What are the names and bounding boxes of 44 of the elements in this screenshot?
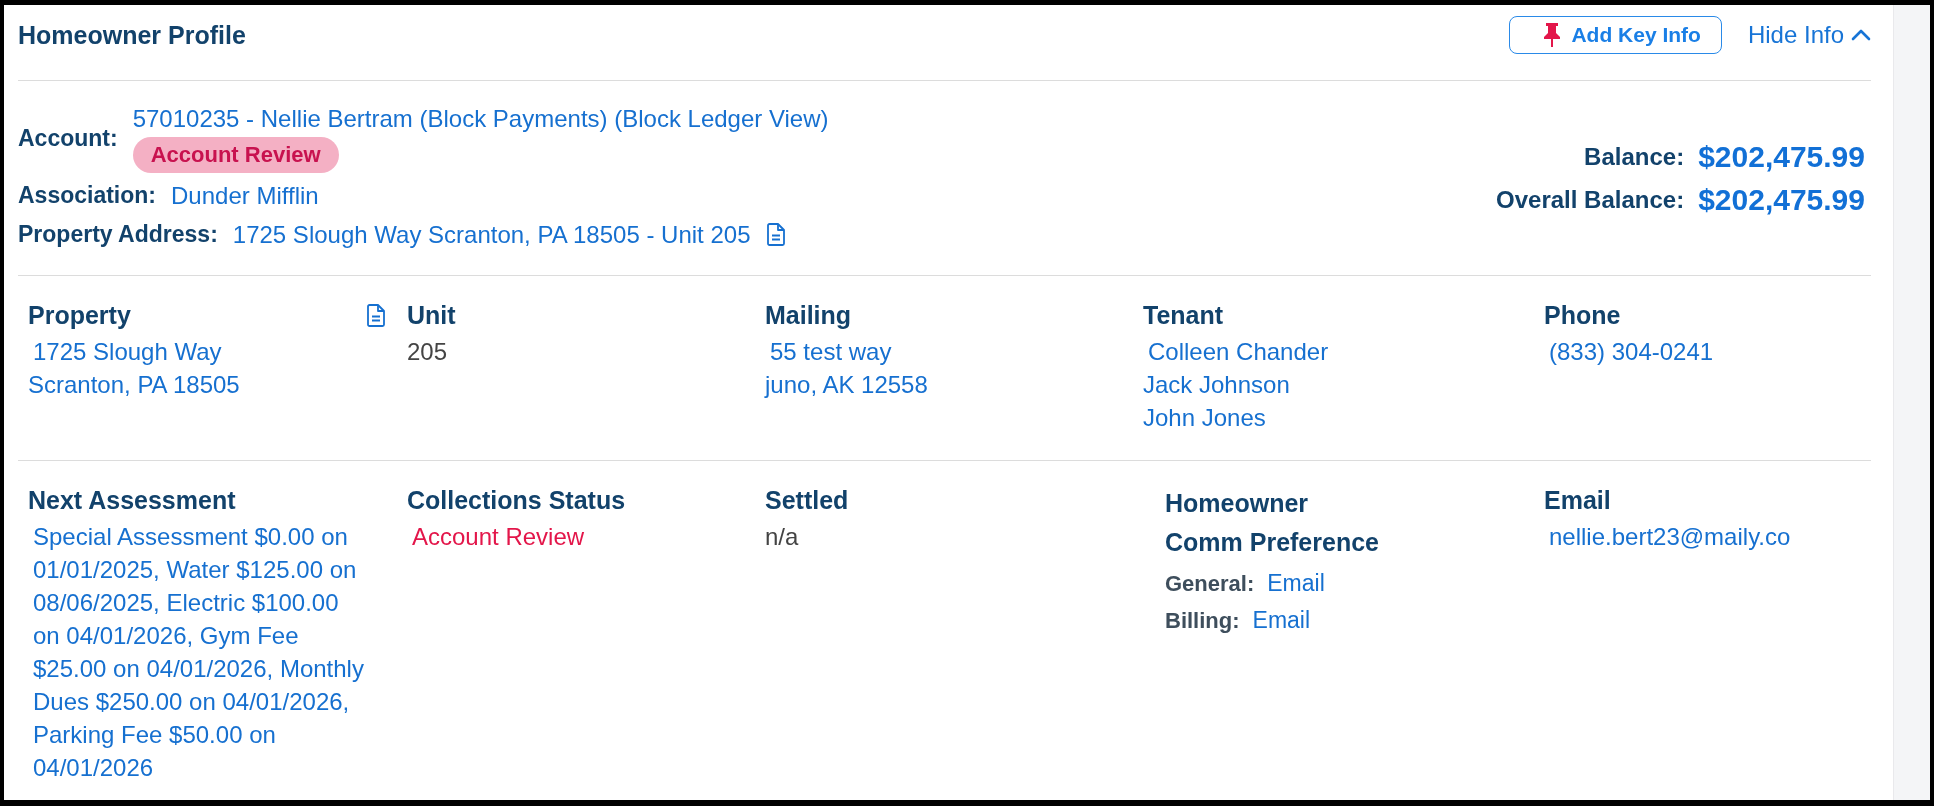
section-heading: Phone — [1544, 300, 1621, 331]
balance-label: Overall Balance: — [1496, 184, 1685, 215]
section-heading: Next Assessment — [28, 485, 236, 516]
preference-label: General: — [1165, 570, 1255, 598]
value-link[interactable]: juno, AK 12558 — [765, 368, 928, 401]
add-key-info-button[interactable]: Add Key Info — [1509, 16, 1722, 54]
value-link[interactable]: Colleen Chander — [1143, 335, 1329, 368]
balance-amount: $202,475.99 — [1698, 138, 1865, 175]
preference-link[interactable]: Email — [1252, 602, 1311, 639]
section-heading: Email — [1544, 485, 1611, 516]
section-heading: Tenant — [1143, 300, 1224, 331]
value-link[interactable]: nellie.bert23@maily.co — [1544, 520, 1791, 553]
pin-icon — [1543, 23, 1562, 47]
value-link[interactable]: Jack Johnson — [1143, 368, 1290, 401]
status-badge: Account Review — [132, 137, 339, 173]
field-label: Association: — [18, 181, 157, 210]
section-heading: Collections Status — [407, 485, 626, 516]
value-link[interactable]: Scranton, PA 18505 — [28, 368, 240, 401]
assessment-link[interactable]: Special Assessment $0.00 on 01/01/2025, Water $125.00 on 08/06/2025, Electric $100.00 on 04/01/2026, Gym Fee $25.00 on 04/01/2026, Monthly Dues $250.00 on 04/01/2026, Parking Fee $50.00 on 04/01/2026 — [28, 520, 369, 784]
preference-label: Billing: — [1165, 607, 1240, 635]
value-link[interactable]: 1725 Slough Way — [28, 335, 222, 368]
document-icon[interactable] — [767, 223, 786, 246]
value-text: n/a — [765, 522, 799, 552]
section-heading: Settled — [765, 485, 849, 516]
hide-info-toggle[interactable]: Hide Info — [1747, 21, 1871, 49]
value-text: 205 — [407, 337, 448, 367]
panel-title: Homeowner Profile — [18, 20, 246, 50]
status-text: Account Review — [411, 522, 585, 552]
field-label: Property Address: — [18, 220, 218, 249]
value-link[interactable]: John Jones — [1143, 401, 1266, 434]
document-icon[interactable] — [367, 304, 385, 327]
address-link[interactable]: 1725 Slough Way Scranton, PA 18505 - Unit 205 — [232, 218, 751, 251]
value-link[interactable]: 55 test way — [765, 335, 892, 368]
value-link[interactable]: (833) 304-0241 — [1544, 335, 1714, 368]
section-heading: Mailing — [765, 300, 852, 331]
section-heading: Unit — [407, 300, 456, 331]
account-link[interactable]: 57010235 - Nellie Bertram (Block Payments) (Block Ledger View) — [132, 104, 829, 134]
section-heading: Homeowner Comm Preference — [1165, 488, 1380, 558]
field-label: Account: — [18, 124, 118, 153]
preference-link[interactable]: Email — [1267, 565, 1325, 602]
value-link[interactable]: Dunder Mifflin — [171, 179, 319, 212]
section-heading: Property — [28, 300, 131, 331]
balance-label: Balance: — [1583, 141, 1685, 172]
balance-amount: $202,475.99 — [1698, 181, 1865, 218]
